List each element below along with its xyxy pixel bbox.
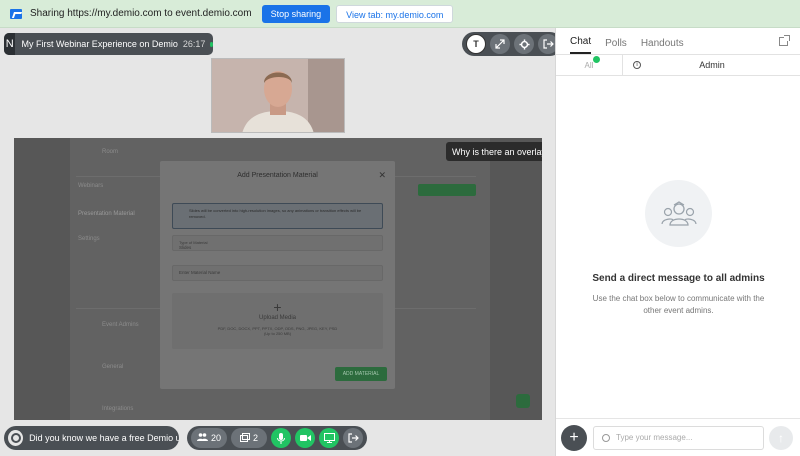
add-attachment-button[interactable]: + <box>561 424 587 451</box>
help-chat-icon <box>516 394 530 408</box>
screen-share-icon[interactable] <box>319 428 339 448</box>
material-type-select: Type of Material Slides <box>172 235 383 251</box>
add-material-button: ADD MATERIAL <box>335 367 387 381</box>
presenter-video <box>211 58 345 133</box>
popout-icon[interactable] <box>779 35 790 46</box>
live-indicator-dot <box>210 41 213 47</box>
material-name-field: Enter Material Name <box>172 265 383 281</box>
background-row-settings: Settings <box>78 236 100 242</box>
announcement-text: Did you know we have a free Demio u... <box>29 433 179 443</box>
empty-state-title: Send a direct message to all admins <box>592 273 765 284</box>
material-type-value: Slides <box>179 245 192 250</box>
room-title-bar: N My First Webinar Experience on Demio 2… <box>4 33 213 55</box>
unread-dot <box>593 56 600 63</box>
microphone-icon[interactable] <box>271 428 291 448</box>
subtab-admin[interactable]: i Admin <box>623 55 800 75</box>
background-row-presentation: Presentation Material <box>78 211 135 217</box>
modal-title: Add Presentation Material <box>237 172 318 179</box>
room-title: My First Webinar Experience on Demio <box>21 39 178 49</box>
subtab-all-label: All <box>584 60 594 70</box>
settings-icon[interactable] <box>514 34 534 54</box>
admins-group-icon <box>645 180 712 247</box>
layouts-button[interactable]: 2 <box>231 428 267 448</box>
plus-icon: + <box>273 299 282 315</box>
message-input-wrapper <box>593 425 764 450</box>
chat-subtabs: All i Admin <box>556 54 800 76</box>
tab-handouts[interactable]: Handouts <box>641 38 684 54</box>
close-icon: ✕ <box>378 170 386 180</box>
upload-limit: (Up to 250 MB) <box>263 331 292 336</box>
webinar-stage: N My First Webinar Experience on Demio 2… <box>0 28 562 456</box>
camera-icon[interactable] <box>295 428 315 448</box>
view-tab-button[interactable]: View tab: my.demio.com <box>336 4 454 23</box>
elapsed-time: 26:17 <box>182 39 206 49</box>
background-row-general: General <box>102 364 124 370</box>
overlay-question-text: Why is there an overlay? <box>452 147 542 157</box>
add-material-background-button <box>418 184 476 196</box>
upload-media-dropzone: + Upload Media PDF, DOC, DOCX, PPT, PPTX… <box>172 293 383 349</box>
panel-tabs: Chat Polls Handouts <box>556 28 800 54</box>
chat-composer: + ↑ <box>556 418 800 456</box>
announcement-icon <box>8 430 24 446</box>
tab-chat[interactable]: Chat <box>570 36 592 54</box>
subtab-admin-label: Admin <box>699 60 725 70</box>
bottom-controls: 20 2 <box>187 426 367 450</box>
modal-info-note: Slides will be converted into high-resol… <box>172 203 383 229</box>
material-name-placeholder: Enter Material Name <box>179 270 221 275</box>
layouts-count: 2 <box>252 433 258 443</box>
empty-state-subtitle: Use the chat box below to communicate wi… <box>592 294 765 315</box>
top-controls: T <box>462 32 562 56</box>
avatar[interactable]: T <box>466 34 486 54</box>
background-row-event-admins: Event Admins <box>102 322 139 328</box>
chat-panel: Chat Polls Handouts All i Admin Send a d… <box>555 28 800 456</box>
room-initial-badge: N <box>4 33 16 55</box>
screen-share-icon <box>10 8 22 19</box>
send-button[interactable]: ↑ <box>769 425 793 450</box>
emoji-icon[interactable] <box>602 433 610 442</box>
layout-icon <box>239 432 250 444</box>
overlay-question[interactable]: Why is there an overlay? ⓘ <box>446 142 542 161</box>
add-presentation-material-modal: Add Presentation Material ✕ Slides will … <box>160 161 395 389</box>
background-row-room: Room <box>102 149 119 155</box>
arrow-up-icon: ↑ <box>778 430 784 445</box>
share-status-text: Sharing https://my.demio.com to event.de… <box>30 8 252 19</box>
expand-icon[interactable] <box>490 34 510 54</box>
attendees-count: 20 <box>210 433 221 443</box>
screen-share-bar: Sharing https://my.demio.com to event.de… <box>0 0 800 28</box>
announcement-pill[interactable]: Did you know we have a free Demio u... <box>4 426 179 450</box>
modal-note-text: Slides will be converted into high-resol… <box>189 208 362 219</box>
screen-share-overlay: Room Webinars Presentation Material Sett… <box>14 138 542 420</box>
upload-label: Upload Media <box>258 315 297 321</box>
background-row-integrations: Integrations <box>102 406 134 412</box>
tab-polls[interactable]: Polls <box>605 38 627 54</box>
stop-sharing-button[interactable]: Stop sharing <box>261 4 331 23</box>
subtab-all[interactable]: All <box>556 55 623 75</box>
leave-icon[interactable] <box>343 428 363 448</box>
attendees-button[interactable]: 20 <box>191 428 227 448</box>
background-row-webinars: Webinars <box>78 183 104 189</box>
message-input[interactable] <box>616 433 756 442</box>
people-icon <box>196 433 208 443</box>
